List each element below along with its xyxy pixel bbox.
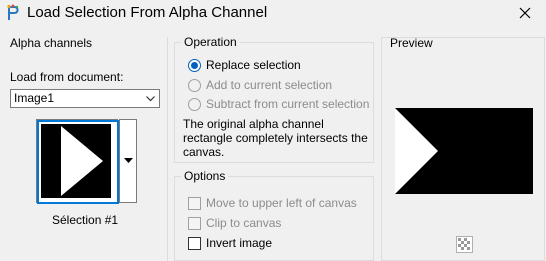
radio-label: Replace selection <box>206 58 301 72</box>
close-button[interactable] <box>512 2 538 24</box>
radio-label: Add to current selection <box>206 78 333 92</box>
operation-description: The original alpha channel rectangle com… <box>183 117 368 159</box>
checkbox-label: Clip to canvas <box>206 216 282 230</box>
preview-heading: Preview <box>390 36 433 50</box>
radio-add-to-selection[interactable]: Add to current selection <box>188 77 332 93</box>
channel-dropdown-button[interactable] <box>119 119 137 203</box>
checkbox-invert-image[interactable]: Invert image <box>188 235 272 251</box>
checkbox[interactable] <box>188 236 201 250</box>
options-heading: Options <box>181 169 229 183</box>
load-from-document-label: Load from document: <box>10 70 124 84</box>
document-select-value: Image1 <box>14 91 55 105</box>
title-bar: Load Selection From Alpha Channel <box>0 0 546 26</box>
checkbox-label: Invert image <box>206 236 273 250</box>
alpha-channels-heading: Alpha channels <box>10 36 93 50</box>
radio-button[interactable] <box>188 78 201 92</box>
document-select[interactable]: Image1 <box>10 89 160 108</box>
checkbox[interactable] <box>188 216 201 230</box>
checkbox-move-upper-left[interactable]: Move to upper left of canvas <box>188 195 357 211</box>
divider <box>167 37 168 261</box>
radio-label: Subtract from current selection <box>206 97 370 111</box>
radio-button[interactable] <box>188 97 201 111</box>
checkbox-clip-to-canvas[interactable]: Clip to canvas <box>188 215 281 231</box>
triangle-down-icon <box>124 158 133 163</box>
channel-name-label: Sélection #1 <box>52 213 119 227</box>
app-icon <box>5 4 21 22</box>
transparency-checker-icon[interactable] <box>456 236 473 253</box>
radio-replace-selection[interactable]: Replace selection <box>188 57 301 73</box>
channel-thumbnail-image <box>41 124 111 198</box>
checkbox-label: Move to upper left of canvas <box>206 196 357 210</box>
radio-subtract-from-selection[interactable]: Subtract from current selection <box>188 96 369 112</box>
close-icon <box>519 7 531 19</box>
dialog-window: Load Selection From Alpha Channel Alpha … <box>0 0 546 261</box>
radio-button[interactable] <box>188 58 201 72</box>
chevron-down-icon <box>146 96 155 102</box>
operation-heading: Operation <box>181 35 240 49</box>
checkbox[interactable] <box>188 196 201 210</box>
preview-image <box>395 108 533 194</box>
window-title: Load Selection From Alpha Channel <box>27 4 268 21</box>
channel-thumbnail[interactable] <box>36 119 119 204</box>
